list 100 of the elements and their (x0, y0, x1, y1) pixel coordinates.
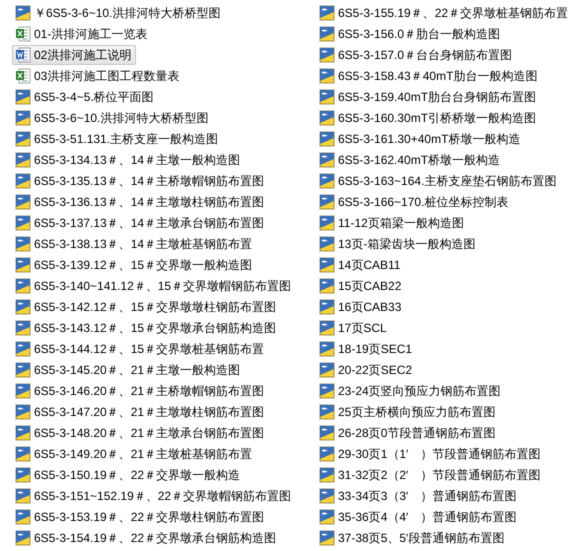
file-item[interactable]: 6S5-3-151~152.19＃、22＃交界墩帽钢筋布置图 (12, 486, 296, 506)
file-item[interactable]: 6S5-3-146.20＃、21＃主桥墩帽钢筋布置图 (12, 380, 270, 400)
drawing-file-icon (319, 404, 335, 420)
file-item[interactable]: 6S5-3-163~164.主桥支座垫石钢筋布置图 (316, 170, 562, 190)
drawing-file-icon (15, 110, 31, 126)
file-item[interactable]: 37-38页5、5′段普通钢筋布置图 (316, 528, 510, 548)
file-item[interactable]: 14页CAB11 (316, 254, 406, 274)
file-item[interactable]: 6S5-3-149.20＃、21＃主墩桩基钢筋布置 (12, 444, 258, 464)
file-item[interactable]: 6S5-3-4~5.桥位平面图 (12, 86, 159, 106)
file-item[interactable]: 6S5-3-143.12＃、15＃交界墩承台钢筋构造图 (12, 318, 282, 338)
file-item[interactable]: 15页CAB22 (316, 276, 406, 296)
file-item[interactable]: 6S5-3-162.40mT桥墩一般构造 (316, 150, 506, 170)
drawing-file-icon (319, 68, 335, 84)
drawing-file-icon (15, 236, 31, 252)
drawing-file-icon (319, 298, 335, 314)
drawing-file-icon (15, 424, 31, 440)
file-item[interactable]: 17页SCL (316, 318, 392, 338)
file-item[interactable]: 6S5-3-134.13＃、14＃主墩一般构造图 (12, 150, 246, 170)
drawing-file-icon (319, 320, 335, 336)
drawing-file-icon (15, 404, 31, 420)
file-item[interactable]: 6S5-3-51.131.主桥支座一般构造图 (12, 128, 224, 148)
drawing-file-icon (319, 278, 335, 294)
file-item[interactable]: 01-洪排河施工一览表 (12, 24, 152, 44)
drawing-file-icon (319, 236, 335, 252)
file-item[interactable]: 6S5-3-147.20＃、21＃主墩墩柱钢筋布置图 (12, 402, 270, 422)
drawing-file-icon (319, 488, 335, 504)
drawing-file-icon (319, 110, 335, 126)
file-item[interactable]: 11-12页箱梁一般构造图 (316, 212, 469, 232)
file-item[interactable]: 6S5-3-156.0＃肋台一般构造图 (316, 24, 506, 44)
drawing-file-icon (319, 362, 335, 378)
drawing-file-icon (15, 256, 31, 272)
file-item[interactable]: 6S5-3-160.30mT引桥桥墩一般构造图 (316, 108, 542, 128)
spreadsheet-file-icon (15, 68, 31, 84)
file-item[interactable]: 13页-箱梁齿块一般构造图 (316, 234, 480, 254)
file-item[interactable]: 6S5-3-137.13＃、14＃主墩承台钢筋布置图 (12, 212, 270, 232)
drawing-file-icon (319, 530, 335, 546)
file-item[interactable]: 23-24页竖向预应力钢筋布置图 (316, 380, 506, 400)
file-item[interactable]: 18-19页SEC1 (316, 338, 418, 358)
file-item[interactable]: 20-22页SEC2 (316, 360, 418, 380)
drawing-file-icon (15, 508, 31, 524)
drawing-file-icon (15, 278, 31, 294)
file-item[interactable]: 6S5-3-161.30+40mT桥墩一般构造 (316, 128, 526, 148)
file-item[interactable]: 6S5-3-139.12＃、15＃交界墩一般构造图 (12, 254, 258, 274)
file-item[interactable]: 6S5-3-142.12＃、15＃交界墩墩柱钢筋布置图 (12, 296, 282, 316)
drawing-file-icon (15, 214, 31, 230)
file-item[interactable]: 6S5-3-158.43＃40mT肋台一般构造图 (316, 66, 542, 86)
file-item[interactable]: 31-32页2（2′ ）节段普通钢筋布置图 (316, 464, 546, 484)
file-item[interactable]: 16页CAB33 (316, 296, 406, 316)
file-item[interactable]: 6S5-3-138.13＃、14＃主墩桩基钢筋布置 (12, 234, 258, 254)
drawing-file-icon (319, 508, 335, 524)
file-item[interactable]: 6S5-3-155.19＃、22＃交界墩桩基钢筋布置 (316, 2, 574, 22)
file-item[interactable]: 6S5-3-150.19＃、22＃交界墩一般构造 (12, 464, 246, 484)
drawing-file-icon (319, 4, 335, 20)
drawing-file-icon (15, 488, 31, 504)
file-item[interactable]: 6S5-3-153.19＃、22＃交界墩柱钢筋布置图 (12, 506, 270, 526)
file-item[interactable]: 6S5-3-135.13＃、14＃主桥墩帽钢筋布置图 (12, 170, 270, 190)
drawing-file-icon (319, 130, 335, 146)
file-item[interactable]: 6S5-3-166~170.桩位坐标控制表 (316, 192, 514, 212)
file-item[interactable]: 03洪排河施工图工程数量表 (12, 66, 184, 86)
file-item[interactable]: 6S5-3-154.19＃、22＃交界墩承台钢筋构造图 (12, 528, 282, 548)
file-item[interactable]: 6S5-3-157.0＃台台身钢筋布置图 (316, 44, 518, 64)
drawing-file-icon (15, 530, 31, 546)
file-item[interactable]: 6S5-3-145.20＃、21＃主墩一般构造图 (12, 360, 246, 380)
file-item[interactable]: 33-34页3（3′ ）普通钢筋布置图 (316, 486, 522, 506)
drawing-file-icon (319, 194, 335, 210)
drawing-file-icon (319, 172, 335, 188)
drawing-file-icon (319, 214, 335, 230)
file-item[interactable]: 35-36页4（4′ ）普通钢筋布置图 (316, 506, 522, 526)
file-item[interactable]: 6S5-3-159.40mT肋台台身钢筋布置图 (316, 86, 542, 106)
document-file-icon (15, 46, 31, 62)
file-item[interactable]: 6S5-3-148.20＃、21＃主墩承台钢筋布置图 (12, 422, 270, 442)
file-item[interactable]: 02洪排河施工说明 (12, 44, 136, 64)
drawing-file-icon (319, 256, 335, 272)
drawing-file-icon (319, 382, 335, 398)
drawing-file-icon (15, 88, 31, 104)
drawing-file-icon (319, 88, 335, 104)
file-item[interactable]: 6S5-3-144.12＃、15＃交界墩桩基钢筋布置 (12, 338, 270, 358)
file-item[interactable]: 26-28页0节段普通钢筋布置图 (316, 422, 500, 442)
drawing-file-icon (319, 152, 335, 168)
drawing-file-icon (15, 172, 31, 188)
file-item[interactable]: 6S5-3-6~10.洪排河特大桥桥型图 (12, 108, 214, 128)
drawing-file-icon (15, 152, 31, 168)
drawing-file-icon (319, 424, 335, 440)
drawing-file-icon (15, 194, 31, 210)
drawing-file-icon (15, 362, 31, 378)
file-item[interactable]: 29-30页1（1′ ）节段普通钢筋布置图 (316, 444, 546, 464)
file-item[interactable]: 6S5-3-136.13＃、14＃主墩墩柱钢筋布置图 (12, 192, 270, 212)
drawing-file-icon (15, 382, 31, 398)
drawing-file-icon (15, 130, 31, 146)
drawing-file-icon (15, 4, 31, 20)
file-item[interactable]: 25页主桥横向预应力筋布置图 (316, 402, 500, 422)
drawing-file-icon (319, 46, 335, 62)
drawing-file-icon (15, 446, 31, 462)
file-item[interactable]: 6S5-3-140~141.12＃、15＃交界墩帽钢筋布置图 (12, 276, 296, 296)
drawing-file-icon (319, 26, 335, 42)
drawing-file-icon (319, 446, 335, 462)
drawing-file-icon (319, 466, 335, 482)
file-item[interactable]: ￥6S5-3-6~10.洪排河特大桥桥型图 (12, 2, 226, 22)
drawing-file-icon (15, 320, 31, 336)
drawing-file-icon (15, 298, 31, 314)
